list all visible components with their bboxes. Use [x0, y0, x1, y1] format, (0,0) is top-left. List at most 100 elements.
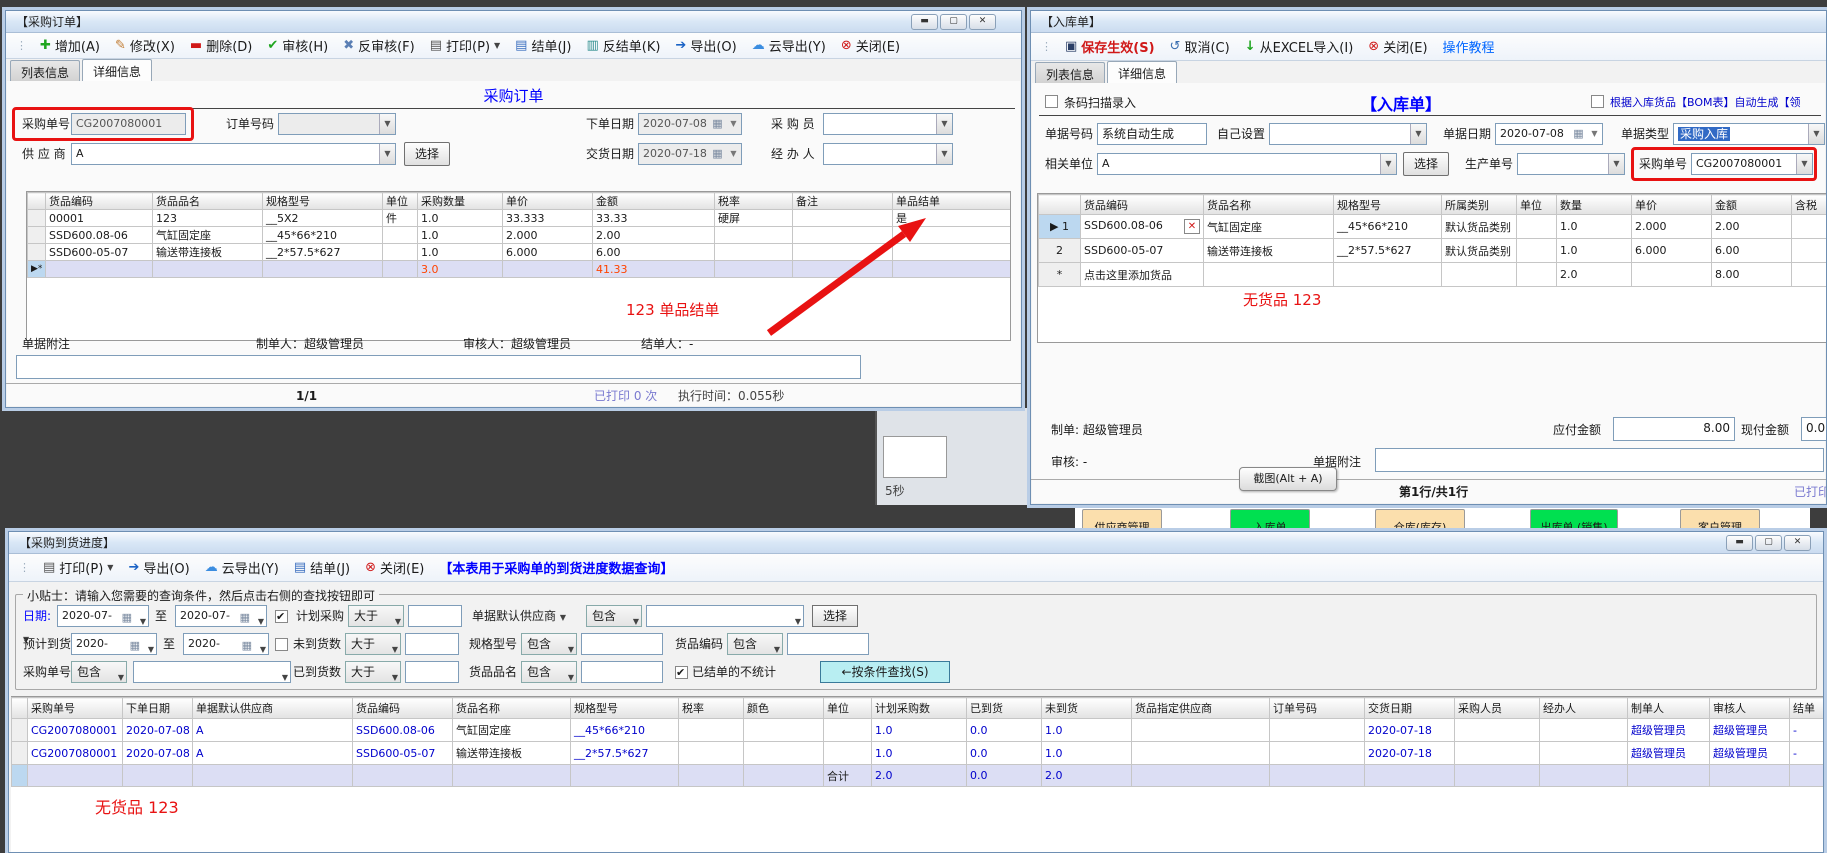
cancel-button[interactable]: ↺取消(C): [1170, 37, 1230, 56]
add-button[interactable]: ✚增加(A): [40, 36, 100, 55]
delete-row-icon[interactable]: ✕: [1184, 219, 1200, 234]
production-order-combo[interactable]: ▼: [1517, 153, 1625, 175]
search-button[interactable]: ←按条件查找(S): [820, 661, 950, 683]
note-field[interactable]: [1375, 448, 1824, 472]
date-filter-label[interactable]: 日期: ▼: [23, 605, 57, 627]
arrived-qty-field[interactable]: [405, 661, 459, 683]
exclude-closed-checkbox[interactable]: ✔: [675, 666, 688, 679]
arrived-op-combo[interactable]: 大于▼: [345, 661, 401, 683]
pending-qty-field[interactable]: [405, 633, 459, 655]
auditor-text: 审核人：超级管理员: [463, 333, 571, 355]
custom-set-combo[interactable]: ▼: [1269, 123, 1427, 145]
spec-contain-combo[interactable]: 包含▼: [521, 633, 577, 655]
date-from-field[interactable]: 2020-07-01▦▼: [57, 605, 149, 627]
tab-list-info[interactable]: 列表信息: [10, 60, 80, 81]
agent-combo[interactable]: ▼: [823, 143, 953, 165]
module-stockout-button[interactable]: 出库单 (销售): [1530, 509, 1618, 531]
close-bill-button[interactable]: ▤结单(J): [294, 558, 350, 577]
tab-list-info[interactable]: 列表信息: [1035, 62, 1105, 83]
close-window-button[interactable]: ⊗关闭(E): [841, 36, 900, 55]
code-contain-combo[interactable]: 包含▼: [727, 633, 783, 655]
cloud-export-button[interactable]: ☁云导出(Y): [205, 558, 279, 577]
maximize-icon[interactable]: ▢: [1755, 535, 1782, 551]
choose-button[interactable]: 选择: [812, 605, 858, 627]
screenshot-button[interactable]: 截图(Alt + A): [1239, 467, 1337, 491]
paid-field[interactable]: 0.0: [1801, 417, 1827, 441]
save-button[interactable]: ▣保存生效(S): [1065, 37, 1155, 56]
table-row[interactable]: 00001123 __5X2件 1.033.333 33.33硬屏 是: [28, 210, 1011, 227]
name-filter-field[interactable]: [581, 661, 663, 683]
expect-to-field[interactable]: 2020-07-08▦▼: [183, 633, 269, 655]
table-row[interactable]: SSD600-05-07输送带连接板 __2*57.5*627 1.06.000…: [28, 244, 1011, 261]
name-contain-combo[interactable]: 包含▼: [521, 661, 577, 683]
module-warehouse-button[interactable]: 仓库(库存): [1375, 509, 1465, 531]
bill-number-field[interactable]: 系统自动生成: [1097, 123, 1207, 145]
cloud-export-button[interactable]: ☁云导出(Y): [752, 36, 826, 55]
print-button[interactable]: ▤打印(P)▼: [430, 36, 500, 55]
order-date-field[interactable]: 2020-07-08▦▼: [638, 113, 742, 135]
add-item-row[interactable]: * 点击这里添加货品 2.0 8.00: [1039, 263, 1827, 287]
barcode-checkbox[interactable]: [1045, 95, 1058, 108]
export-button[interactable]: ➔导出(O): [128, 558, 189, 577]
module-supplier-button[interactable]: 供应商管理: [1082, 509, 1162, 531]
close-bill-button[interactable]: ▤结单(J): [515, 36, 571, 55]
plan-op-combo[interactable]: 大于▼: [348, 605, 404, 627]
bom-checkbox[interactable]: [1591, 95, 1604, 108]
supplier-contain-combo[interactable]: 包含▼: [586, 605, 642, 627]
date-to-field[interactable]: 2020-07-08▦▼: [175, 605, 267, 627]
choose-supplier-button[interactable]: 选择: [404, 142, 450, 166]
print-button[interactable]: ▤打印(P)▼: [43, 558, 113, 577]
close-window-button[interactable]: ⊗关闭(E): [1368, 37, 1427, 56]
buyer-combo[interactable]: ▼: [823, 113, 953, 135]
maximize-icon[interactable]: ▢: [940, 14, 967, 30]
minimize-icon[interactable]: ▬: [911, 14, 938, 30]
close-icon[interactable]: ✕: [969, 14, 996, 30]
tutorial-link[interactable]: 操作教程: [1443, 37, 1495, 56]
po-filter-combo[interactable]: ▼: [133, 661, 291, 683]
bill-type-combo[interactable]: 采购入库▼: [1673, 123, 1825, 145]
table-row[interactable]: 2 SSD600-05-07输送带连接板 __2*57.5*627默认货品类别 …: [1039, 239, 1827, 263]
pending-op-combo[interactable]: 大于▼: [345, 633, 401, 655]
edit-button[interactable]: ✎修改(X): [115, 36, 175, 55]
module-stockin-button[interactable]: 入库单: [1230, 509, 1310, 531]
table-row[interactable]: CG20070800012020-07-08 ASSD600.08-06 气缸固…: [12, 719, 1824, 742]
spec-filter-field[interactable]: [581, 633, 663, 655]
table-row[interactable]: SSD600.08-06气缸固定座 __45*66*210 1.02.000 2…: [28, 227, 1011, 244]
export-button[interactable]: ➔导出(O): [675, 36, 736, 55]
note-field[interactable]: [16, 355, 861, 379]
bill-date-field[interactable]: 2020-07-08▦▼: [1495, 123, 1603, 145]
delete-button[interactable]: ▬删除(D): [190, 36, 252, 55]
tab-detail-info[interactable]: 详细信息: [1107, 61, 1177, 83]
excel-import-button[interactable]: ↓从EXCEL导入(I): [1245, 37, 1354, 56]
order-number-combo[interactable]: ▼: [278, 113, 396, 135]
minimize-icon[interactable]: ▬: [1726, 535, 1753, 551]
code-filter-field[interactable]: [787, 633, 869, 655]
po-contain-combo[interactable]: 包含▼: [71, 661, 127, 683]
unaudit-button[interactable]: ✖反审核(F): [343, 36, 415, 55]
expect-from-field[interactable]: 2020-07-08▦▼: [71, 633, 157, 655]
toolbar-grip: ⋮: [1041, 40, 1050, 53]
choose-unit-button[interactable]: 选择: [1403, 152, 1449, 176]
stockin-titlebar[interactable]: 【入库单】: [1031, 11, 1826, 33]
plan-qty-field[interactable]: [408, 605, 462, 627]
purchase-order-titlebar[interactable]: 【采购订单】 ▬ ▢ ✕: [6, 11, 1021, 33]
close-window-button[interactable]: ⊗关闭(E): [365, 558, 424, 577]
delivery-date-field[interactable]: 2020-07-18▦▼: [638, 143, 742, 165]
tab-detail-info[interactable]: 详细信息: [82, 59, 152, 81]
table-row[interactable]: CG20070800012020-07-08 ASSD600-05-07 输送带…: [12, 742, 1824, 765]
arrival-progress-titlebar[interactable]: 【采购到货进度】 ▬ ▢ ✕: [9, 532, 1823, 554]
supplier-combo[interactable]: A▼: [71, 143, 396, 165]
audit-button[interactable]: ✔审核(H): [267, 36, 328, 55]
supplier-filter-label[interactable]: 单据默认供应商 ▼: [472, 605, 584, 627]
close-icon[interactable]: ✕: [1784, 535, 1811, 551]
po-number-combo[interactable]: CG2007080001▼: [1691, 153, 1813, 175]
supplier-filter-combo[interactable]: ▼: [646, 605, 804, 627]
expect-filter-checkbox[interactable]: [275, 638, 288, 651]
module-customer-button[interactable]: 客户管理: [1680, 509, 1760, 531]
date-filter-checkbox[interactable]: ✔: [275, 610, 288, 623]
po-number-field[interactable]: CG2007080001: [71, 113, 186, 135]
unclose-bill-button[interactable]: ▥反结单(K): [586, 36, 660, 55]
table-row-selected[interactable]: ▶ 1 SSD600.08-06✕ 气缸固定座__45*66*210 默认货品类…: [1039, 215, 1827, 239]
related-unit-combo[interactable]: A▼: [1097, 153, 1397, 175]
payable-field[interactable]: 8.00: [1613, 417, 1735, 441]
